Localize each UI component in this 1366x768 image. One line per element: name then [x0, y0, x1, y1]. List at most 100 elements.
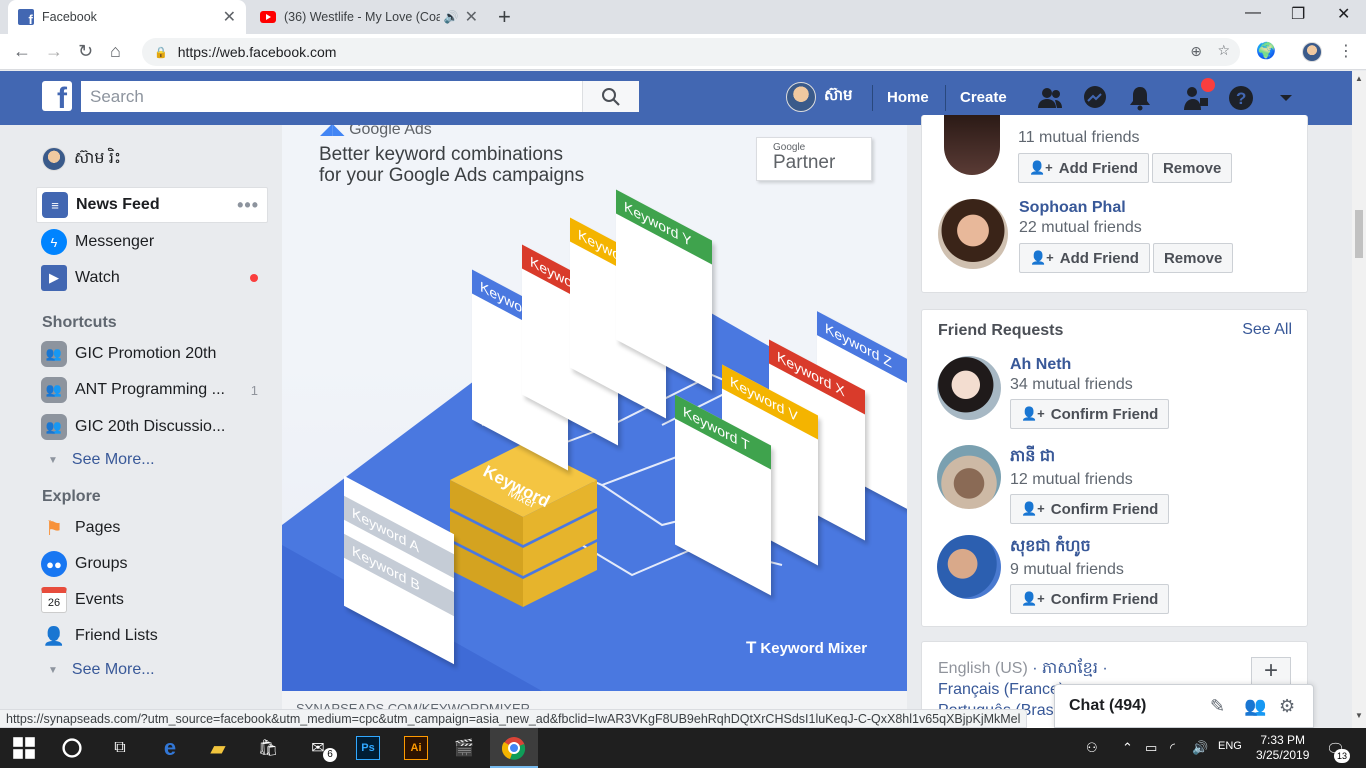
- browser-profile-avatar[interactable]: [1302, 42, 1322, 62]
- home-link[interactable]: Home: [887, 89, 929, 106]
- reload-button[interactable]: ↻: [78, 41, 93, 62]
- task-view-icon[interactable]: ⧉: [108, 736, 132, 760]
- shortcuts-see-more[interactable]: ▼ See More...: [48, 451, 155, 469]
- video-editor-icon[interactable]: 🎬: [452, 736, 476, 760]
- see-all-link[interactable]: See All: [1242, 321, 1292, 339]
- scroll-up-arrow-icon[interactable]: ▲: [1355, 74, 1363, 83]
- sidebar-item-friend-lists[interactable]: 👤 Friend Lists: [36, 618, 268, 654]
- requester-name[interactable]: សុខជា កំហូច: [1010, 535, 1172, 559]
- volume-icon[interactable]: 🔊: [1192, 740, 1208, 756]
- notification-badge: [1201, 78, 1215, 92]
- shortcut-item[interactable]: 👥 GIC Promotion 20th: [36, 336, 268, 372]
- new-group-icon[interactable]: 👥: [1244, 696, 1266, 717]
- language-link[interactable]: ភាសាខ្មែរ: [1042, 660, 1098, 677]
- confirm-friend-button[interactable]: 👤+ Confirm Friend: [1010, 494, 1170, 524]
- person-photo[interactable]: [944, 115, 1000, 175]
- chat-settings-gear-icon[interactable]: ⚙: [1279, 696, 1295, 717]
- chat-bar[interactable]: Chat (494) ✎ 👥 ⚙: [1054, 684, 1314, 728]
- illustrator-icon[interactable]: Ai: [404, 736, 428, 760]
- person-name[interactable]: Sophoan Phal: [1019, 199, 1236, 217]
- mutual-friends-count[interactable]: 12 mutual friends: [1010, 471, 1172, 489]
- sidebar-item-groups[interactable]: ●● Groups: [36, 546, 268, 582]
- remove-button[interactable]: Remove: [1151, 153, 1233, 183]
- help-icon[interactable]: ?: [1227, 84, 1255, 112]
- facebook-logo[interactable]: f: [42, 81, 72, 111]
- scrollbar-thumb[interactable]: [1355, 210, 1363, 258]
- mutual-friends-count[interactable]: 22 mutual friends: [1019, 219, 1236, 237]
- browser-menu-icon[interactable]: ⋮: [1338, 41, 1354, 61]
- sidebar-item-messenger[interactable]: ϟ Messenger: [36, 224, 268, 260]
- shortcut-item[interactable]: 👥 ANT Programming ... 1: [36, 372, 268, 408]
- ad-caption-domain[interactable]: SYNAPSEADS.COM/KEYWORDMIXER: [282, 691, 907, 711]
- browser-tab-youtube[interactable]: (36) Westlife - My Love (Coa 🔊 ✕: [250, 0, 488, 34]
- mutual-friends-count[interactable]: 9 mutual friends: [1010, 561, 1172, 579]
- confirm-friend-button[interactable]: 👤+ Confirm Friend: [1010, 584, 1170, 614]
- address-bar[interactable]: 🔒 https://web.facebook.com ⊕ ☆: [142, 38, 1240, 66]
- sidebar-item-events[interactable]: 26 Events: [36, 582, 268, 618]
- clock-time: 7:33 PM: [1260, 733, 1306, 747]
- browser-tab-facebook[interactable]: f Facebook ✕: [8, 0, 246, 34]
- close-window-button[interactable]: ✕: [1337, 4, 1350, 24]
- sidebar-item-label: Groups: [75, 555, 128, 572]
- chrome-icon[interactable]: [502, 736, 526, 760]
- forward-button[interactable]: →: [45, 41, 63, 62]
- close-tab-icon[interactable]: ✕: [223, 7, 236, 27]
- show-hidden-icons-chevron-icon[interactable]: ⌃: [1122, 740, 1133, 756]
- notifications-bell-icon[interactable]: [1126, 84, 1154, 112]
- input-language[interactable]: ENG: [1218, 740, 1242, 752]
- new-message-icon[interactable]: ✎: [1210, 696, 1225, 717]
- explore-see-more[interactable]: ▼ See More...: [48, 661, 155, 679]
- mutual-friends-count[interactable]: 11 mutual friends: [1018, 129, 1235, 147]
- shortcut-item[interactable]: 👥 GIC 20th Discussio...: [36, 409, 268, 445]
- photoshop-icon[interactable]: Ps: [356, 736, 380, 760]
- maximize-button[interactable]: ❐: [1291, 4, 1305, 24]
- search-button[interactable]: [582, 81, 639, 112]
- page-scrollbar[interactable]: ▲ ▼: [1352, 71, 1366, 728]
- zoom-icon[interactable]: ⊕: [1190, 43, 1202, 60]
- system-clock[interactable]: 7:33 PM 3/25/2019: [1256, 733, 1309, 763]
- edge-browser-icon[interactable]: e: [158, 735, 182, 760]
- store-icon[interactable]: 🛍: [256, 736, 280, 760]
- requester-name[interactable]: Ah Neth: [1010, 356, 1172, 374]
- mutual-friends-count[interactable]: 34 mutual friends: [1010, 376, 1172, 394]
- speaker-icon[interactable]: 🔊: [444, 10, 459, 24]
- minimize-button[interactable]: —: [1245, 4, 1261, 22]
- language-link[interactable]: Français (France): [938, 681, 1064, 698]
- profile-link[interactable]: ស៊ាម: [786, 82, 853, 112]
- sidebar-profile[interactable]: ស៊ាម រិះ: [36, 141, 268, 177]
- messenger-icon[interactable]: [1081, 84, 1109, 112]
- sidebar-item-news-feed[interactable]: ≡ News Feed •••: [36, 187, 268, 223]
- add-friend-button[interactable]: 👤+ Add Friend: [1018, 153, 1149, 183]
- more-options-icon[interactable]: •••: [237, 195, 259, 216]
- create-link[interactable]: Create: [960, 89, 1007, 106]
- back-button[interactable]: ←: [13, 41, 31, 62]
- friends-icon[interactable]: [1036, 84, 1064, 112]
- add-friend-button[interactable]: 👤+ Add Friend: [1019, 243, 1150, 273]
- people-icon[interactable]: ⚇: [1086, 740, 1098, 756]
- home-button[interactable]: ⌂: [110, 41, 121, 62]
- search-input[interactable]: [81, 81, 582, 112]
- file-explorer-icon[interactable]: ▰: [206, 736, 230, 760]
- remove-button[interactable]: Remove: [1152, 243, 1234, 273]
- cortana-search-icon[interactable]: [60, 736, 84, 760]
- extension-icon[interactable]: 🌍: [1256, 41, 1276, 61]
- wifi-icon[interactable]: ◜: [1170, 740, 1175, 756]
- person-photo[interactable]: [938, 199, 1008, 269]
- confirm-friend-button[interactable]: 👤+ Confirm Friend: [1010, 399, 1170, 429]
- requester-photo[interactable]: [937, 356, 1001, 420]
- battery-icon[interactable]: ▭: [1145, 740, 1157, 756]
- scroll-down-arrow-icon[interactable]: ▼: [1355, 711, 1363, 720]
- new-tab-button[interactable]: +: [498, 4, 511, 30]
- sidebar-item-watch[interactable]: ▶ Watch: [36, 260, 268, 296]
- account-menu-chevron-icon[interactable]: [1272, 84, 1300, 112]
- lock-icon: 🔒: [154, 46, 168, 59]
- requester-photo[interactable]: [937, 535, 1001, 599]
- bookmark-star-icon[interactable]: ☆: [1217, 42, 1230, 59]
- sidebar-item-pages[interactable]: ⚑ Pages: [36, 510, 268, 546]
- add-language-button[interactable]: +: [1251, 657, 1291, 687]
- close-tab-icon[interactable]: ✕: [465, 7, 478, 27]
- requester-name[interactable]: ភានី ជា: [1010, 445, 1172, 469]
- sponsored-ad-image[interactable]: Keyword Mixer Keyword S Keyword U Keywor…: [282, 125, 907, 691]
- requester-photo[interactable]: [937, 445, 1001, 509]
- windows-start-icon[interactable]: [12, 736, 36, 760]
